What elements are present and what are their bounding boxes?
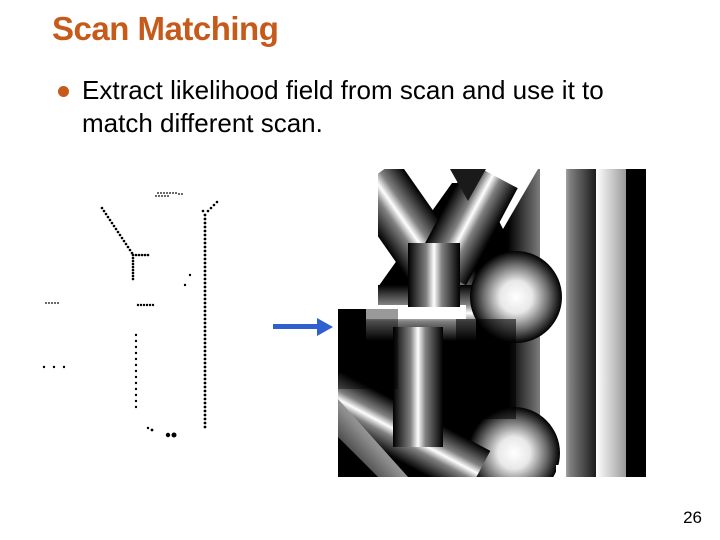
bullet-item: Extract likelihood field from scan and u… xyxy=(60,74,680,139)
transform-arrow-icon xyxy=(273,319,335,335)
arrow-shaft xyxy=(273,324,319,329)
raw-scan-point-cloud xyxy=(40,175,275,475)
bullet-dot-icon xyxy=(58,86,69,97)
likelihood-field xyxy=(338,169,646,477)
slide-title: Scan Matching xyxy=(52,10,278,48)
bullet-text: Extract likelihood field from scan and u… xyxy=(82,74,680,139)
figure-area xyxy=(40,175,680,485)
page-number: 26 xyxy=(683,508,702,528)
slide: Scan Matching Extract likelihood field f… xyxy=(0,0,720,540)
arrow-head-icon xyxy=(317,318,333,336)
